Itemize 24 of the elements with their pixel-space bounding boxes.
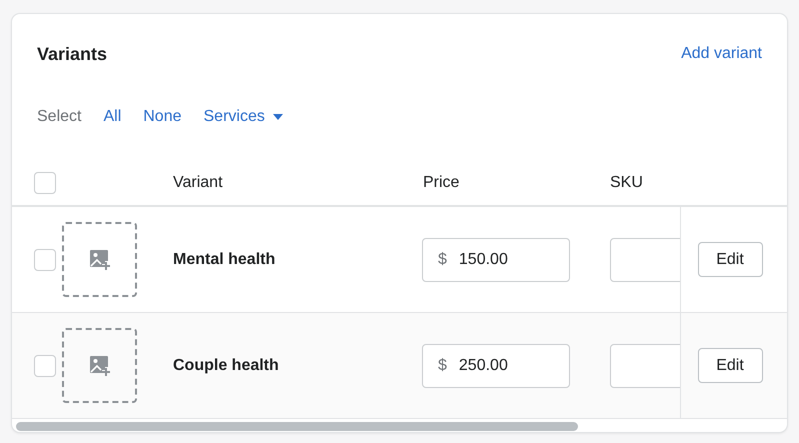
- column-header: Variant: [173, 174, 224, 192]
- add-image-button[interactable]: [62, 222, 137, 297]
- row-checkbox[interactable]: [34, 248, 56, 270]
- add-variant-link[interactable]: Add variant: [681, 45, 762, 63]
- card-title: Variants: [37, 44, 108, 64]
- row-checkbox[interactable]: [34, 354, 56, 376]
- price-field[interactable]: $ 150.00: [422, 238, 570, 282]
- price-field[interactable]: $ 250.00: [422, 344, 570, 388]
- caret-icon: [272, 114, 283, 120]
- select-option-link[interactable]: None: [143, 108, 182, 126]
- select-dropdown[interactable]: Services: [204, 108, 283, 126]
- image-add-icon: [88, 248, 110, 270]
- select-option-link[interactable]: All: [103, 108, 122, 126]
- edit-button[interactable]: Edit: [698, 242, 762, 277]
- edit-button[interactable]: Edit: [698, 348, 762, 383]
- scrollbar-thumb[interactable]: [16, 422, 578, 431]
- add-image-button[interactable]: [62, 328, 137, 403]
- variant-name: Mental health: [173, 250, 276, 268]
- variant-name: Couple health: [173, 356, 280, 374]
- column-header: Price: [423, 174, 460, 192]
- image-add-icon: [88, 354, 110, 376]
- select-label: Select: [37, 108, 82, 126]
- column-header: SKU: [610, 174, 643, 192]
- select-all-checkbox[interactable]: [34, 172, 56, 194]
